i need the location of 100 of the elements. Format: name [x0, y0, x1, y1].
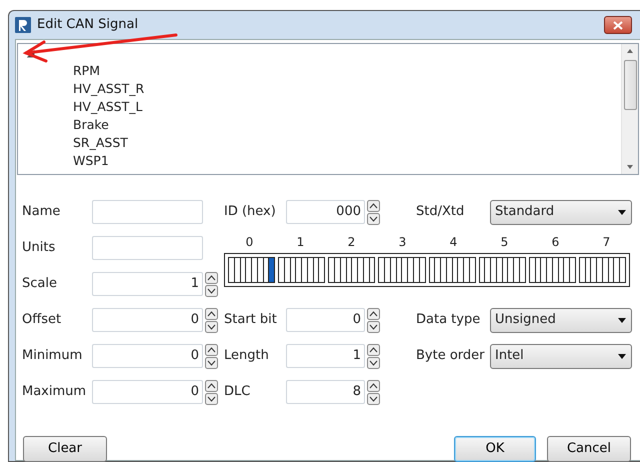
bit-cell[interactable] [312, 257, 320, 283]
bit-cell[interactable] [384, 257, 391, 283]
bit-cell[interactable] [540, 257, 548, 283]
bit-cell[interactable] [390, 257, 397, 283]
field-label: Scale [22, 275, 58, 294]
bit-cell[interactable] [396, 257, 402, 283]
close-button[interactable] [604, 16, 632, 34]
tree-item[interactable]: RPM [73, 62, 621, 80]
bit-cell[interactable] [478, 257, 486, 283]
spin-buttons[interactable] [205, 380, 218, 404]
spin-buttons[interactable] [205, 272, 218, 296]
spin-buttons[interactable] [205, 308, 218, 332]
bit-cell[interactable] [401, 257, 408, 283]
bit-cell[interactable] [552, 257, 559, 283]
tree-item[interactable]: WSP1 [73, 152, 621, 170]
number-field[interactable]: 0 [92, 344, 203, 368]
bit-cell[interactable] [428, 257, 436, 283]
bit-cell[interactable] [362, 257, 370, 283]
bit-cell[interactable] [463, 257, 470, 283]
bit-cell[interactable] [613, 257, 620, 283]
bit-cell[interactable] [368, 257, 376, 283]
dropdown[interactable]: Intel [490, 344, 632, 368]
bit-cell[interactable] [318, 257, 326, 283]
bit-cell[interactable] [418, 257, 426, 283]
scrollbar[interactable] [621, 44, 638, 174]
bit-cell[interactable] [468, 257, 476, 283]
bit-cell[interactable] [295, 257, 302, 283]
bit-cell[interactable] [328, 257, 336, 283]
dialog-button[interactable]: OK [454, 436, 536, 462]
dropdown[interactable]: Standard [490, 200, 632, 224]
bit-cell[interactable] [278, 257, 285, 283]
bit-cell[interactable] [284, 257, 291, 283]
bit-cell[interactable] [452, 257, 458, 283]
tree-item[interactable]: HV_ASST_R [73, 80, 621, 98]
bit-cell[interactable] [251, 257, 258, 283]
spin-buttons[interactable] [367, 344, 380, 368]
tree-item[interactable]: Brake [73, 116, 621, 134]
dialog-button[interactable]: Clear [23, 436, 107, 462]
bit-cell[interactable] [268, 257, 276, 283]
bit-cell[interactable] [496, 257, 503, 283]
bit-cell[interactable] [434, 257, 442, 283]
bit-cell[interactable] [596, 257, 603, 283]
bit-cell[interactable] [306, 257, 314, 283]
spin-buttons[interactable] [367, 380, 380, 404]
bit-cell[interactable] [534, 257, 542, 283]
number-field[interactable]: 0 [92, 308, 203, 332]
bit-cell[interactable] [440, 257, 447, 283]
number-field[interactable]: 8 [286, 380, 365, 404]
bit-cell[interactable] [378, 257, 386, 283]
number-field[interactable]: 000 [286, 200, 365, 224]
field-label: Data type [416, 311, 482, 330]
bit-cell[interactable] [351, 257, 358, 283]
bit-cell[interactable] [245, 257, 252, 283]
bit-cell[interactable] [407, 257, 414, 283]
bit-cell[interactable] [301, 257, 308, 283]
number-field[interactable]: 0 [92, 380, 203, 404]
bit-cell[interactable] [490, 257, 497, 283]
bit-cell[interactable] [340, 257, 347, 283]
bit-cell[interactable] [234, 257, 241, 283]
text-field[interactable] [92, 236, 203, 260]
spin-buttons[interactable] [367, 200, 380, 224]
dialog-button[interactable]: Cancel [547, 436, 631, 462]
bit-cell[interactable] [546, 257, 553, 283]
dropdown-caret-icon[interactable] [618, 354, 626, 358]
bit-cell[interactable] [256, 257, 264, 283]
bit-cell[interactable] [412, 257, 420, 283]
spin-buttons[interactable] [205, 344, 218, 368]
bit-cell[interactable] [357, 257, 364, 283]
bit-cell[interactable] [240, 257, 246, 283]
bit-cell[interactable] [228, 257, 235, 283]
bit-cell[interactable] [513, 257, 520, 283]
tree-item[interactable]: HV_ASST_L [73, 98, 621, 116]
bit-cell[interactable] [569, 257, 576, 283]
dropdown[interactable]: Unsigned [490, 308, 632, 332]
bit-cell[interactable] [484, 257, 492, 283]
bit-cell[interactable] [590, 257, 598, 283]
bit-cell[interactable] [290, 257, 296, 283]
number-field[interactable]: 1 [92, 272, 203, 296]
bit-cell[interactable] [578, 257, 586, 283]
bit-cell[interactable] [558, 257, 564, 283]
spin-buttons[interactable] [367, 308, 380, 332]
bit-cell[interactable] [446, 257, 453, 283]
bit-cell[interactable] [608, 257, 614, 283]
bit-cell[interactable] [619, 257, 626, 283]
text-field[interactable] [92, 200, 203, 224]
number-field[interactable]: 0 [286, 308, 365, 332]
bit-cell[interactable] [528, 257, 536, 283]
dropdown-caret-icon[interactable] [618, 318, 626, 322]
bit-cell[interactable] [518, 257, 526, 283]
bit-cell[interactable] [507, 257, 514, 283]
bit-cell[interactable] [457, 257, 464, 283]
bit-cell[interactable] [563, 257, 570, 283]
number-field[interactable]: 1 [286, 344, 365, 368]
bit-cell[interactable] [502, 257, 508, 283]
bit-cell[interactable] [584, 257, 592, 283]
bit-cell[interactable] [602, 257, 609, 283]
bit-cell[interactable] [334, 257, 341, 283]
tree-item[interactable]: SR_ASST [73, 134, 621, 152]
bit-cell[interactable] [346, 257, 352, 283]
dropdown-caret-icon[interactable] [618, 210, 626, 214]
